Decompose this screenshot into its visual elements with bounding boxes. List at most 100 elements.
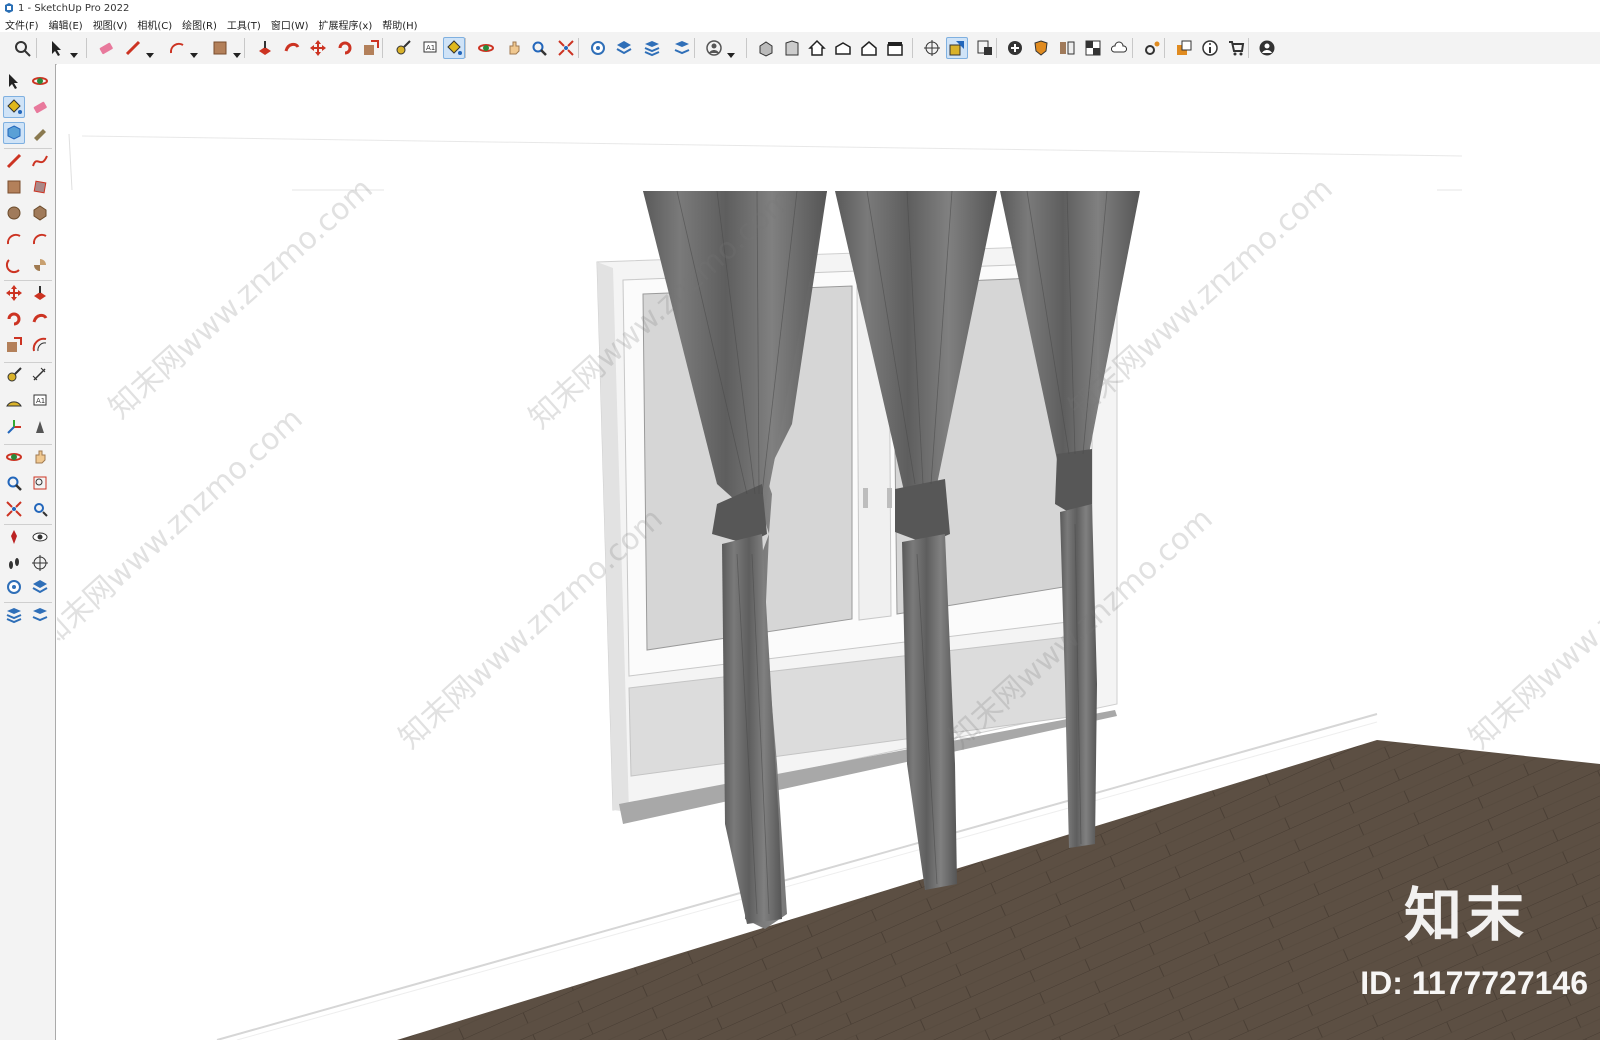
layout-icon[interactable] xyxy=(3,604,25,626)
iso-view-icon[interactable] xyxy=(755,37,777,59)
move-icon[interactable] xyxy=(3,282,25,304)
add-icon[interactable] xyxy=(1004,37,1026,59)
cloud-icon[interactable] xyxy=(1108,37,1130,59)
orbit-icon[interactable] xyxy=(29,70,51,92)
right-view-icon[interactable] xyxy=(858,37,880,59)
move-icon[interactable] xyxy=(307,37,329,59)
section-plane-icon[interactable] xyxy=(29,552,51,574)
cart-icon[interactable] xyxy=(1225,37,1247,59)
menu-item[interactable]: 绘图(R) xyxy=(177,17,222,32)
warehouse-icon[interactable] xyxy=(3,576,25,598)
eraser-icon[interactable] xyxy=(95,37,117,59)
send-icon[interactable] xyxy=(671,37,693,59)
menu-item[interactable]: 视图(V) xyxy=(88,17,133,32)
3d-text-icon[interactable] xyxy=(29,416,51,438)
two-point-arc-icon[interactable] xyxy=(29,228,51,250)
tape-measure-icon[interactable] xyxy=(3,364,25,386)
front-view-icon[interactable] xyxy=(781,37,803,59)
chevron-down-icon[interactable] xyxy=(727,44,735,58)
three-point-arc-icon[interactable] xyxy=(3,254,25,276)
rotate-icon[interactable] xyxy=(3,308,25,330)
back-view-icon[interactable] xyxy=(884,37,906,59)
tape-measure-icon[interactable] xyxy=(392,37,414,59)
rotate-icon[interactable] xyxy=(334,37,356,59)
axes-icon[interactable] xyxy=(3,416,25,438)
section-plane-icon[interactable] xyxy=(921,37,943,59)
menu-item[interactable]: 相机(C) xyxy=(132,17,177,32)
walk-icon[interactable] xyxy=(3,552,25,574)
push-pull-icon[interactable] xyxy=(254,37,276,59)
chevron-down-icon[interactable] xyxy=(233,44,241,58)
rectangle-icon[interactable] xyxy=(3,176,25,198)
scale-icon[interactable] xyxy=(3,334,25,356)
section-display-icon[interactable] xyxy=(946,37,968,59)
menu-item[interactable]: 窗口(W) xyxy=(266,17,314,32)
chevron-down-icon[interactable] xyxy=(70,44,78,58)
follow-me-icon[interactable] xyxy=(29,308,51,330)
rectangle-icon[interactable] xyxy=(209,37,231,59)
scenes-icon[interactable] xyxy=(1173,37,1195,59)
section-cut-icon[interactable] xyxy=(974,37,996,59)
push-pull-icon[interactable] xyxy=(29,282,51,304)
model-viewport[interactable]: 知末网www.znzmo.com 知末网www.znzmo.com 知末网www.z… xyxy=(57,64,1600,1040)
position-camera-icon[interactable] xyxy=(3,526,25,548)
pie-icon[interactable] xyxy=(29,254,51,276)
zoom-window-icon[interactable] xyxy=(29,472,51,494)
chevron-down-icon[interactable] xyxy=(146,44,154,58)
text-icon[interactable]: A1 xyxy=(29,390,51,412)
dimension-icon[interactable] xyxy=(29,364,51,386)
pencil-icon[interactable] xyxy=(122,37,144,59)
menu-item[interactable]: 文件(F) xyxy=(0,17,44,32)
text-icon[interactable]: A1 xyxy=(419,37,441,59)
arc-icon[interactable] xyxy=(166,37,188,59)
layout-icon[interactable] xyxy=(641,37,663,59)
top-view-icon[interactable] xyxy=(832,37,854,59)
pencil-icon[interactable] xyxy=(3,150,25,172)
info-icon[interactable] xyxy=(1199,37,1221,59)
freehand-icon[interactable] xyxy=(29,150,51,172)
select-icon[interactable] xyxy=(3,70,25,92)
shield-icon[interactable] xyxy=(1030,37,1052,59)
scale-icon[interactable] xyxy=(360,37,382,59)
pan-icon[interactable] xyxy=(29,446,51,468)
paint-bucket-icon[interactable] xyxy=(443,37,465,59)
zoom-extents-icon[interactable] xyxy=(3,498,25,520)
styles-icon[interactable] xyxy=(1056,37,1078,59)
scene-canvas[interactable] xyxy=(57,64,1600,1040)
select-icon[interactable] xyxy=(46,37,68,59)
extensions-icon[interactable] xyxy=(613,37,635,59)
pan-icon[interactable] xyxy=(503,37,525,59)
extension-warehouse-icon[interactable] xyxy=(29,576,51,598)
protractor-icon[interactable] xyxy=(3,390,25,412)
component-icon[interactable] xyxy=(3,122,25,144)
menu-item[interactable]: 工具(T) xyxy=(222,17,266,32)
orbit-icon[interactable] xyxy=(3,446,25,468)
circle-icon[interactable] xyxy=(3,202,25,224)
orbit-icon[interactable] xyxy=(475,37,497,59)
arc-icon[interactable] xyxy=(3,228,25,250)
zoom-extents-icon[interactable] xyxy=(555,37,577,59)
zoom-icon[interactable] xyxy=(3,472,25,494)
account-icon[interactable] xyxy=(1256,37,1278,59)
look-around-icon[interactable] xyxy=(29,526,51,548)
tag-icon[interactable] xyxy=(29,122,51,144)
settings-icon[interactable] xyxy=(1141,37,1163,59)
home-icon[interactable] xyxy=(806,37,828,59)
send-layout-icon[interactable] xyxy=(29,604,51,626)
eraser-icon[interactable] xyxy=(29,96,51,118)
paint-bucket-icon[interactable] xyxy=(3,96,25,118)
warehouse-icon[interactable] xyxy=(587,37,609,59)
menu-item[interactable]: 扩展程序(x) xyxy=(314,17,378,32)
menu-item[interactable]: 帮助(H) xyxy=(377,17,422,32)
offset-icon[interactable] xyxy=(29,334,51,356)
profile-icon[interactable] xyxy=(703,37,725,59)
polygon-icon[interactable] xyxy=(29,202,51,224)
checker-icon[interactable] xyxy=(1082,37,1104,59)
chevron-down-icon[interactable] xyxy=(190,44,198,58)
menu-item[interactable]: 编辑(E) xyxy=(44,17,88,32)
zoom-icon[interactable] xyxy=(528,37,550,59)
previous-view-icon[interactable] xyxy=(29,498,51,520)
rotated-rectangle-icon[interactable] xyxy=(29,176,51,198)
follow-me-icon[interactable] xyxy=(281,37,303,59)
search-icon[interactable] xyxy=(11,37,33,59)
